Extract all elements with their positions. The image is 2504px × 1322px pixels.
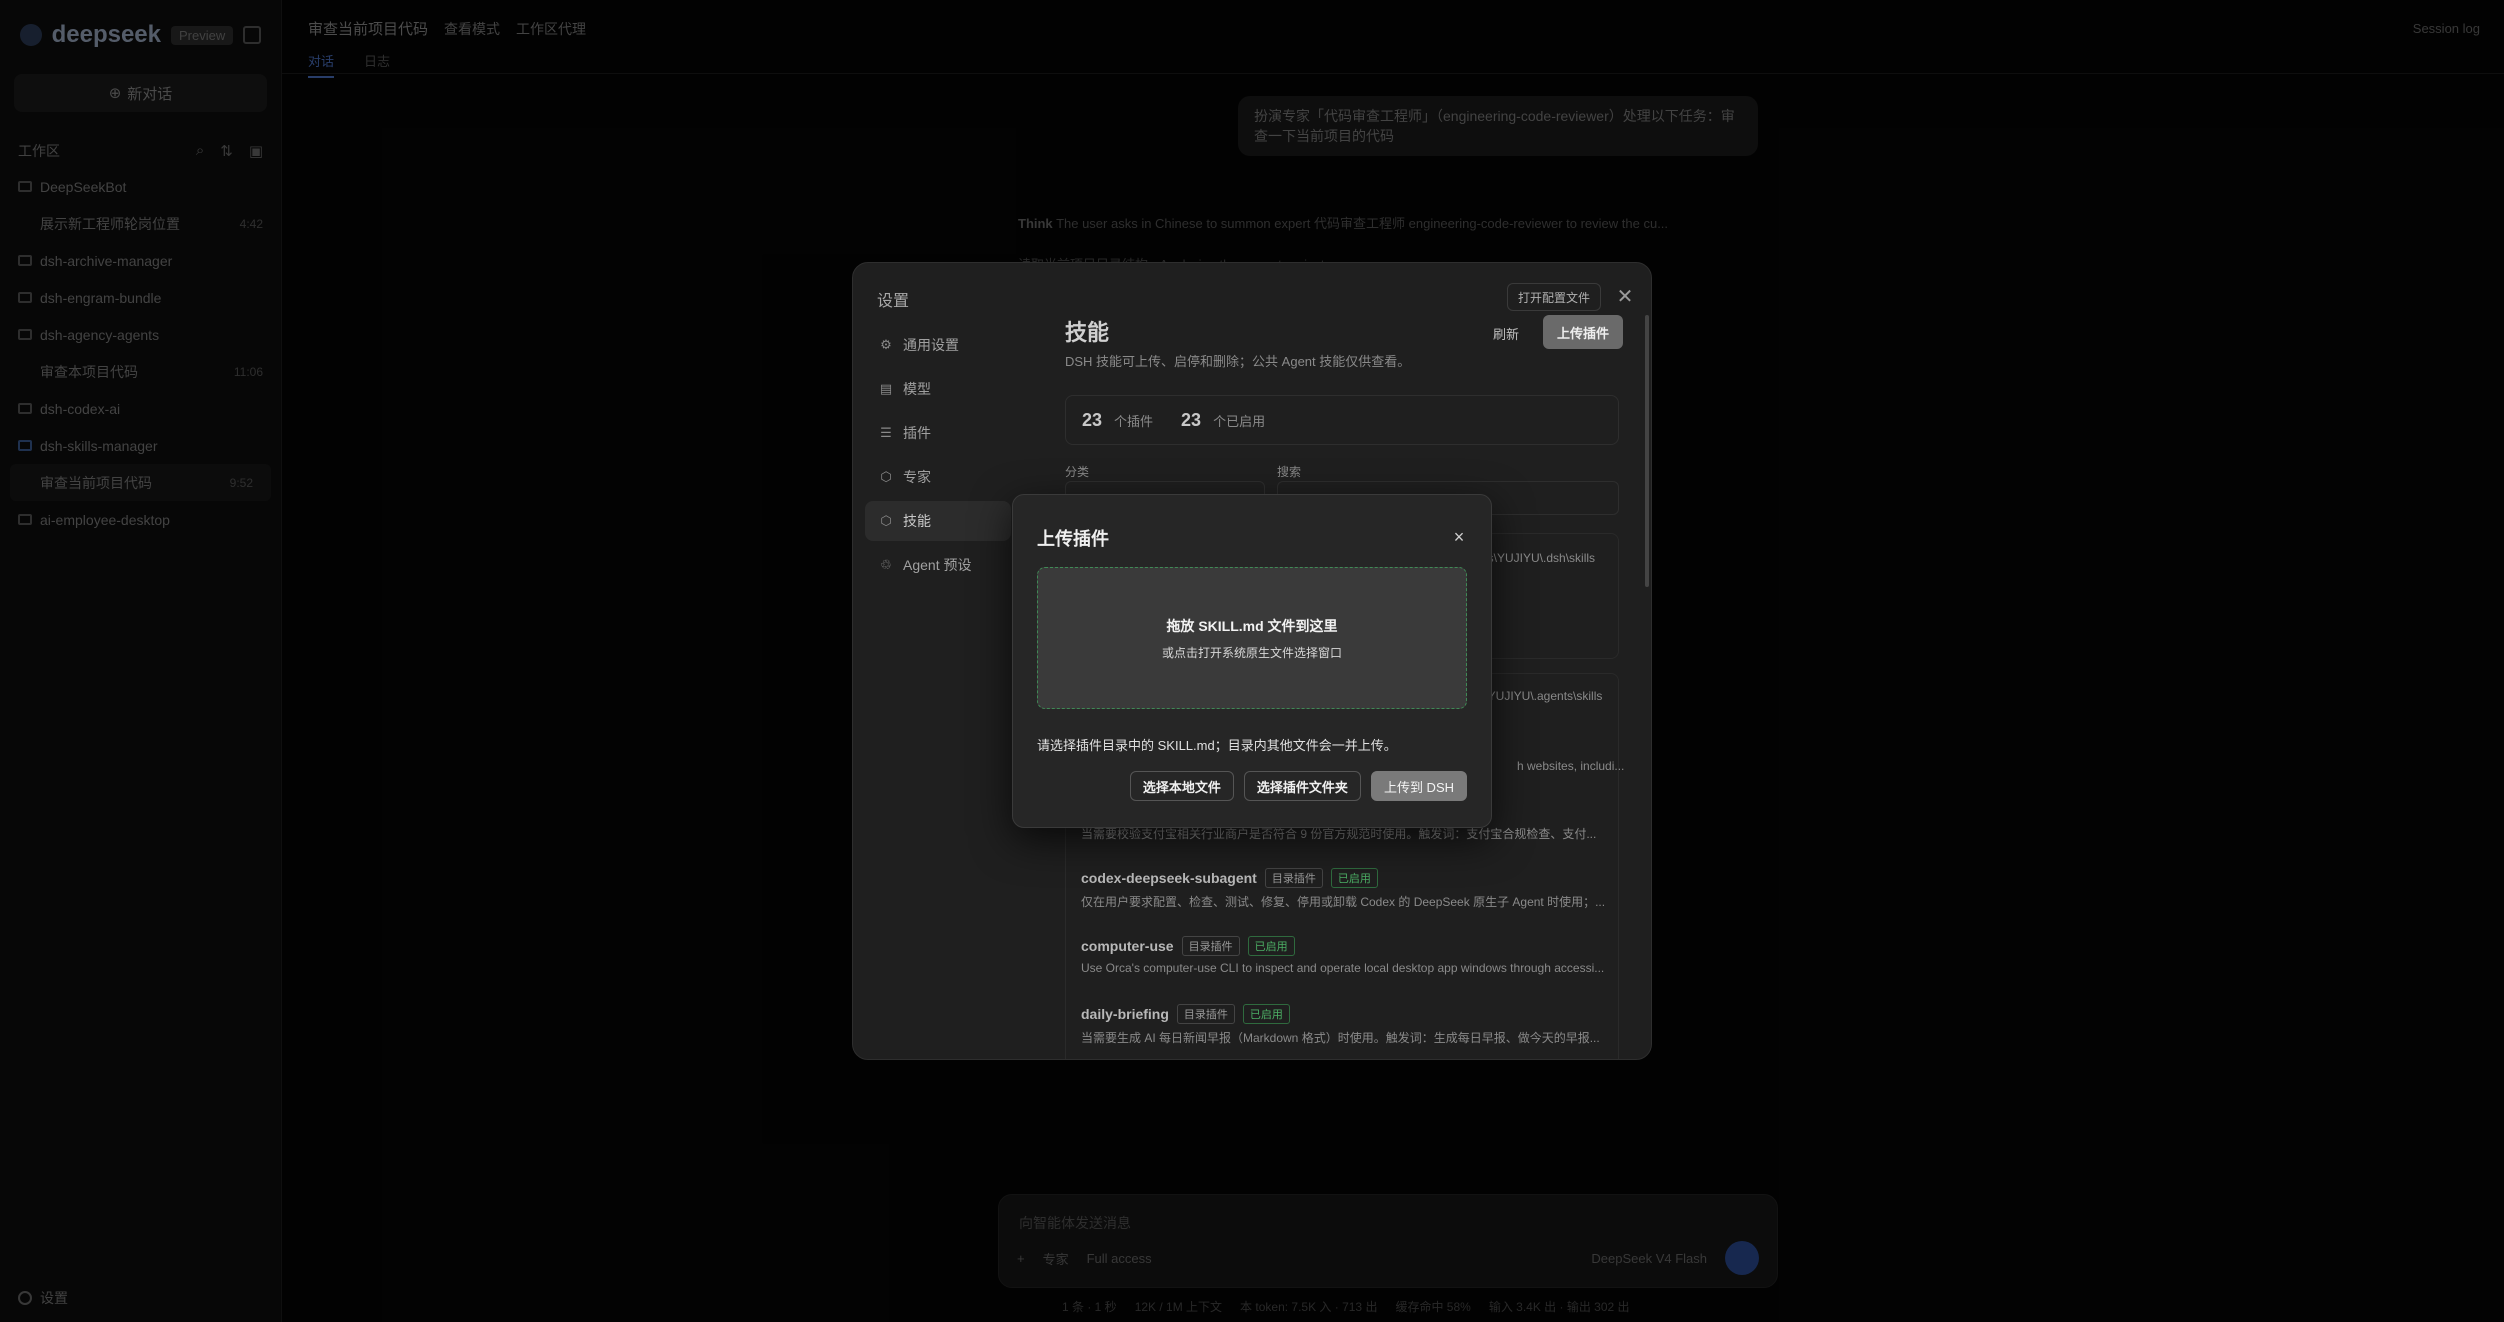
hexagon-icon: ⬡ [880, 513, 892, 528]
search-label: 搜索 [1277, 465, 1302, 479]
hexagon-icon: ⬡ [880, 469, 892, 484]
dsh-skills-path: es\YUJIYU\.dsh\skills [1481, 551, 1596, 565]
settings-nav-label: 插件 [903, 425, 931, 441]
gear-icon: ⚙ [880, 337, 892, 352]
skill-status-badge: 已启用 [1330, 868, 1378, 888]
skill-row[interactable]: computer-use 目录插件 已启用 Use Orca's compute… [1081, 935, 1615, 975]
skill-description: 仅在用户要求配置、检查、测试、修复、停用或卸载 Codex 的 DeepSeek… [1081, 895, 1606, 909]
enabled-count: 23 [1181, 409, 1202, 430]
section-title: 技能 [1065, 320, 1110, 345]
skill-desc-partial: h websites, includi... [1517, 759, 1625, 773]
refresh-button[interactable]: 刷新 [1483, 317, 1529, 349]
settings-nav-label: Agent 预设 [903, 557, 972, 573]
settings-nav-label: 专家 [903, 469, 931, 485]
database-icon: ▤ [879, 381, 893, 396]
skill-description: 当需要生成 AI 每日新闻早报（Markdown 格式）时使用。触发词：生成每日… [1081, 1031, 1600, 1045]
skill-type-badge: 目录插件 [1264, 868, 1323, 888]
settings-scrollbar[interactable] [1645, 315, 1649, 587]
settings-nav-label: 技能 [903, 513, 931, 529]
section-description: DSH 技能可上传、启停和删除；公共 Agent 技能仅供查看。 [1065, 354, 1411, 369]
upload-to-dsh-button[interactable]: 上传到 DSH [1370, 771, 1467, 801]
enabled-count-label: 个已启用 [1213, 413, 1266, 429]
upload-plugin-button[interactable]: 上传插件 [1543, 315, 1624, 349]
skill-name: daily-briefing [1081, 1006, 1169, 1022]
skill-name: codex-deepseek-subagent [1081, 870, 1257, 886]
upload-hint: 请选择插件目录中的 SKILL.md；目录内其他文件会一并上传。 [1037, 738, 1397, 753]
settings-nav: ⚙ 通用设置 ▤ 模型 ☰ 插件 ⬡ 专家 ⬡ 技能 ♲ Agent 预设 [865, 325, 1011, 589]
skill-row[interactable]: daily-briefing 目录插件 已启用 当需要生成 AI 每日新闻早报（… [1081, 1003, 1615, 1046]
settings-nav-item[interactable]: ♲ Agent 预设 [865, 545, 1011, 585]
recycle-icon: ♲ [880, 557, 892, 572]
upload-dialog-title: 上传插件 [1037, 529, 1109, 549]
settings-nav-item[interactable]: ▤ 模型 [865, 369, 1011, 409]
plugin-count-label: 个插件 [1114, 413, 1154, 429]
settings-nav-label: 通用设置 [903, 337, 959, 353]
upload-plugin-dialog: 上传插件 × 拖放 SKILL.md 文件到这里 或点击打开系统原生文件选择窗口… [1012, 494, 1492, 828]
choose-plugin-folder-button[interactable]: 选择插件文件夹 [1243, 771, 1361, 801]
dropzone-title: 拖放 SKILL.md 文件到这里 [1166, 618, 1338, 634]
settings-nav-label: 模型 [903, 381, 931, 397]
settings-close-icon[interactable]: ✕ [1613, 285, 1637, 309]
upload-actions: 选择本地文件 选择插件文件夹 上传到 DSH [1129, 771, 1467, 801]
skill-description: Use Orca's computer-use CLI to inspect a… [1081, 961, 1605, 975]
skill-row[interactable]: codex-deepseek-subagent 目录插件 已启用 仅在用户要求配… [1081, 867, 1615, 910]
skill-name: computer-use [1081, 938, 1174, 954]
settings-nav-item[interactable]: ⬡ 专家 [865, 457, 1011, 497]
dropzone-subtitle: 或点击打开系统原生文件选择窗口 [1161, 646, 1342, 660]
plugin-count: 23 [1082, 409, 1103, 430]
settings-title: 设置 [877, 293, 910, 310]
skill-type-badge: 目录插件 [1181, 936, 1240, 956]
skill-type-badge: 目录插件 [1176, 1004, 1235, 1024]
choose-local-file-button[interactable]: 选择本地文件 [1129, 771, 1234, 801]
sliders-icon: ☰ [880, 425, 892, 440]
skill-status-badge: 已启用 [1242, 1004, 1290, 1024]
skill-file-dropzone[interactable]: 拖放 SKILL.md 文件到这里 或点击打开系统原生文件选择窗口 [1037, 567, 1467, 709]
category-label: 分类 [1065, 465, 1090, 479]
skill-stats: 23 个插件 23 个已启用 [1065, 395, 1619, 445]
skill-status-badge: 已启用 [1247, 936, 1295, 956]
settings-nav-item[interactable]: ☰ 插件 [865, 413, 1011, 453]
settings-nav-item[interactable]: ⬡ 技能 [865, 501, 1011, 541]
close-icon[interactable]: × [1447, 525, 1471, 549]
app-root: deepseek Preview ⊕ 新对话 工作区 ⌕ ⇅ ▣ DeepSee… [0, 0, 2504, 1322]
open-config-button[interactable]: 打开配置文件 [1507, 283, 1602, 311]
settings-nav-item[interactable]: ⚙ 通用设置 [865, 325, 1011, 365]
